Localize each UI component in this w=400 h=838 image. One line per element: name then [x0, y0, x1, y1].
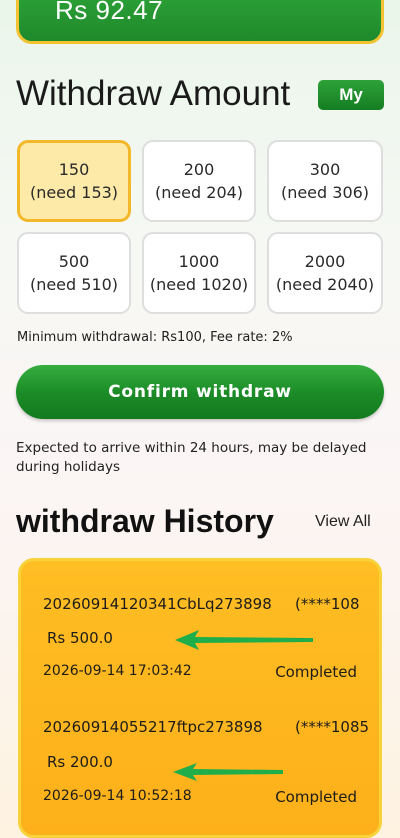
my-button[interactable]: My — [318, 80, 384, 110]
arrival-note: Expected to arrive within 24 hours, may … — [16, 440, 367, 475]
withdraw-amount-title: Withdraw Amount — [16, 74, 291, 113]
amount-need: (need 1020) — [149, 275, 249, 294]
record-amount: Rs 200.0 — [47, 753, 113, 771]
amount-option-150[interactable]: 150 (need 153) — [17, 140, 131, 222]
amount-option-300[interactable]: 300 (need 306) — [267, 140, 383, 222]
amount-need: (need 510) — [29, 275, 119, 294]
amount-value: 200 — [183, 160, 215, 179]
amount-options-grid: 150 (need 153) 200 (need 204) 300 (need … — [17, 140, 384, 314]
amount-option-200[interactable]: 200 (need 204) — [142, 140, 256, 222]
amount-option-2000[interactable]: 2000 (need 2040) — [267, 232, 383, 314]
record-amount: Rs 500.0 — [47, 629, 113, 647]
balance-card: Rs 92.47 — [16, 0, 384, 44]
left-arrow-icon — [175, 630, 313, 650]
status-badge: Completed — [275, 663, 357, 681]
view-all-link[interactable]: View All — [315, 513, 371, 531]
amount-need: (need 306) — [280, 183, 370, 202]
order-id: 20260914120341CbLq273898 — [43, 595, 272, 613]
minimum-withdrawal-note: Minimum withdrawal: Rs100, Fee rate: 2% — [17, 330, 293, 345]
status-badge: Completed — [275, 788, 357, 806]
confirm-withdraw-button[interactable]: Confirm withdraw — [16, 365, 384, 419]
record-time: 2026-09-14 17:03:42 — [43, 663, 192, 679]
amount-option-500[interactable]: 500 (need 510) — [17, 232, 131, 314]
amount-need: (need 153) — [29, 183, 119, 202]
left-arrow-icon — [173, 763, 283, 781]
withdraw-history-title: withdraw History — [16, 503, 274, 539]
amount-option-1000[interactable]: 1000 (need 1020) — [142, 232, 256, 314]
amount-value: 150 — [58, 160, 90, 179]
amount-value: 300 — [309, 160, 341, 179]
order-id: 20260914055217ftpc273898 — [43, 718, 263, 736]
history-card: 20260914120341CbLq273898 (****108 Rs 500… — [18, 558, 382, 838]
account-masked: (****1085 — [295, 718, 370, 736]
balance-value: Rs 92.47 — [55, 0, 164, 25]
account-masked: (****108 — [295, 595, 360, 613]
amount-value: 2000 — [304, 252, 346, 271]
amount-need: (need 2040) — [275, 275, 375, 294]
amount-need: (need 204) — [154, 183, 244, 202]
record-time: 2026-09-14 10:52:18 — [43, 788, 192, 804]
amount-value: 1000 — [178, 252, 220, 271]
amount-value: 500 — [58, 252, 90, 271]
